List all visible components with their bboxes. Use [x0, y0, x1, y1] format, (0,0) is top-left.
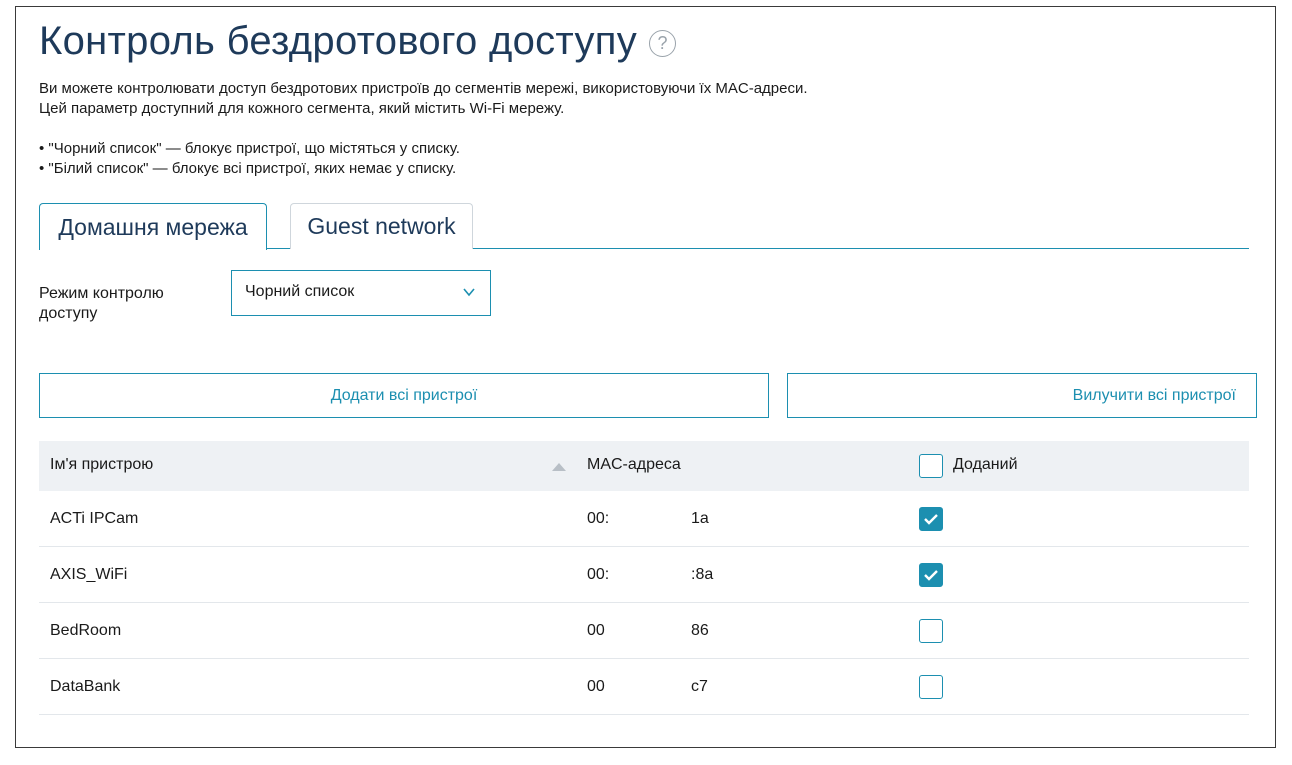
mac-address-start: 00 [587, 678, 605, 695]
description-bullet: • "Чорний список" — блокує пристрої, що … [39, 140, 460, 157]
description-bullet: • "Білий список" — блокує всі пристрої, … [39, 160, 457, 177]
column-header-added: Доданий [953, 456, 1018, 473]
chevron-down-icon [462, 285, 476, 304]
checkmark-icon [924, 514, 938, 525]
title-row: Контроль бездротового доступу ? [39, 17, 677, 65]
description-line: Цей параметр доступний для кожного сегме… [39, 100, 565, 117]
mac-address-start: 00 [587, 622, 605, 639]
description: Ви можете контролювати доступ бездротови… [39, 79, 808, 179]
checkmark-icon [924, 570, 938, 581]
mac-address-end: 1a [691, 510, 709, 527]
access-mode-select[interactable]: Чорний список [231, 270, 491, 316]
sort-ascending-icon[interactable] [552, 463, 566, 471]
tab-guest-network[interactable]: Guest network [290, 203, 473, 249]
access-mode-label: Режим контролю доступу [39, 285, 164, 322]
device-name: DataBank [50, 678, 121, 695]
remove-all-devices-button[interactable]: Вилучити всі пристрої [787, 373, 1257, 418]
question-circle-icon[interactable]: ? [649, 29, 677, 57]
add-all-devices-button[interactable]: Додати всі пристрої [39, 373, 769, 418]
devices-table: Ім'я пристрою MAC-адреса Доданий ACTi IP… [39, 441, 1249, 715]
table-row: AXIS_WiFi 00: :8a [39, 547, 1249, 603]
mac-address-start: 00: [587, 510, 610, 527]
column-header-mac[interactable]: MAC-адреса [587, 456, 681, 474]
added-checkbox[interactable] [919, 675, 943, 699]
page-title: Контроль бездротового доступу [39, 19, 638, 63]
table-row: BedRoom 00 86 [39, 603, 1249, 659]
mac-address-start: 00: [587, 566, 610, 583]
device-name: AXIS_WiFi [50, 566, 128, 583]
table-header: Ім'я пристрою MAC-адреса Доданий [39, 441, 1249, 491]
access-mode-value: Чорний список [245, 283, 355, 300]
device-name: ACTi IPCam [50, 510, 139, 527]
tab-home-network[interactable]: Домашня мережа [39, 203, 267, 250]
mac-address-end: :8a [691, 566, 714, 583]
added-checkbox[interactable] [919, 507, 943, 531]
column-header-name[interactable]: Ім'я пристрою [50, 456, 153, 474]
mac-address-end: 86 [691, 622, 709, 639]
device-name: BedRoom [50, 622, 122, 639]
table-row: DataBank 00 c7 [39, 659, 1249, 715]
table-row: ACTi IPCam 00: 1a [39, 491, 1249, 547]
network-tabs: Домашня мережа Guest network [39, 203, 1249, 250]
mac-address-end: c7 [691, 678, 708, 695]
added-checkbox[interactable] [919, 563, 943, 587]
select-all-checkbox[interactable] [919, 454, 943, 478]
description-line: Ви можете контролювати доступ бездротови… [39, 80, 808, 97]
main-panel: Контроль бездротового доступу ? Ви может… [15, 6, 1276, 748]
added-checkbox[interactable] [919, 619, 943, 643]
